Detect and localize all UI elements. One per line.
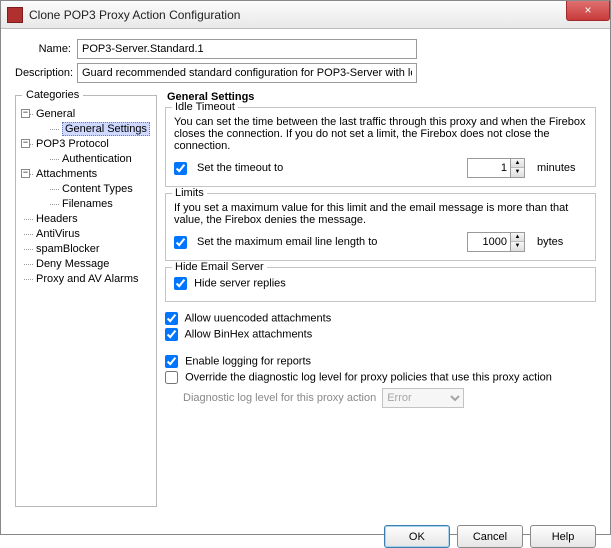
ok-button[interactable]: OK bbox=[384, 525, 450, 548]
categories-tree[interactable]: − General General Settings − POP3 Protoc… bbox=[22, 107, 150, 287]
limits-value[interactable] bbox=[467, 232, 511, 252]
tree-node-antivirus[interactable]: AntiVirus bbox=[24, 227, 150, 242]
close-button[interactable]: × bbox=[566, 1, 610, 21]
enable-logging-label: Enable logging for reports bbox=[185, 355, 311, 367]
idle-timeout-checkbox-label: Set the timeout to bbox=[197, 162, 283, 174]
tree-label-filenames[interactable]: Filenames bbox=[62, 198, 113, 210]
dialog-buttons: OK Cancel Help bbox=[1, 517, 610, 548]
collapse-icon[interactable]: − bbox=[21, 109, 30, 118]
limits-checkbox[interactable] bbox=[174, 236, 187, 249]
categories-group: Categories − General General Settings − bbox=[15, 89, 157, 507]
tree-label-content-types[interactable]: Content Types bbox=[62, 183, 133, 195]
tree-label-general[interactable]: General bbox=[36, 108, 75, 120]
hide-server-replies-checkbox[interactable] bbox=[174, 277, 187, 290]
tree-node-proxy-av-alarms[interactable]: Proxy and AV Alarms bbox=[24, 272, 150, 287]
window-title: Clone POP3 Proxy Action Configuration bbox=[29, 8, 240, 22]
spinner-up-icon[interactable]: ▲ bbox=[511, 159, 524, 168]
spinner-down-icon[interactable]: ▼ bbox=[511, 168, 524, 177]
hide-server-replies-label: Hide server replies bbox=[194, 277, 286, 289]
tree-node-content-types[interactable]: Content Types bbox=[50, 182, 150, 197]
tree-node-general-settings[interactable]: General Settings bbox=[50, 122, 150, 137]
tree-label-spamblocker[interactable]: spamBlocker bbox=[36, 243, 100, 255]
description-input[interactable] bbox=[77, 63, 417, 83]
diagnostic-level-select[interactable]: Error bbox=[382, 388, 464, 408]
allow-uuencoded-label: Allow uuencoded attachments bbox=[184, 312, 331, 324]
app-icon bbox=[7, 7, 23, 23]
cancel-button[interactable]: Cancel bbox=[457, 525, 523, 548]
tree-node-attachments[interactable]: − Attachments Content Types Filenames bbox=[24, 167, 150, 212]
limits-group: Limits If you set a maximum value for th… bbox=[165, 193, 596, 261]
name-label: Name: bbox=[15, 43, 77, 55]
limits-title: Limits bbox=[172, 187, 207, 199]
tree-label-antivirus[interactable]: AntiVirus bbox=[36, 228, 80, 240]
tree-node-spamblocker[interactable]: spamBlocker bbox=[24, 242, 150, 257]
tree-node-headers[interactable]: Headers bbox=[24, 212, 150, 227]
collapse-icon[interactable]: − bbox=[21, 169, 30, 178]
categories-legend: Categories bbox=[22, 89, 83, 101]
tree-label-pop3-protocol[interactable]: POP3 Protocol bbox=[36, 138, 109, 150]
limits-unit: bytes bbox=[537, 236, 587, 248]
allow-binhex-checkbox[interactable] bbox=[165, 328, 178, 341]
tree-label-general-settings[interactable]: General Settings bbox=[62, 122, 150, 136]
tree-node-pop3-protocol[interactable]: − POP3 Protocol Authentication bbox=[24, 137, 150, 167]
collapse-icon[interactable]: − bbox=[21, 139, 30, 148]
name-input[interactable] bbox=[77, 39, 417, 59]
tree-label-deny-message[interactable]: Deny Message bbox=[36, 258, 109, 270]
tree-node-filenames[interactable]: Filenames bbox=[50, 197, 150, 212]
tree-node-deny-message[interactable]: Deny Message bbox=[24, 257, 150, 272]
limits-desc: If you set a maximum value for this limi… bbox=[174, 202, 587, 226]
override-log-label: Override the diagnostic log level for pr… bbox=[185, 371, 552, 383]
spinner-down-icon[interactable]: ▼ bbox=[511, 242, 524, 251]
tree-label-attachments[interactable]: Attachments bbox=[36, 168, 97, 180]
tree-label-proxy-av-alarms[interactable]: Proxy and AV Alarms bbox=[36, 273, 139, 285]
override-log-checkbox[interactable] bbox=[165, 371, 178, 384]
limits-checkbox-label: Set the maximum email line length to bbox=[197, 236, 377, 248]
diagnostic-level-label: Diagnostic log level for this proxy acti… bbox=[183, 392, 376, 404]
tree-node-authentication[interactable]: Authentication bbox=[50, 152, 150, 167]
spinner-up-icon[interactable]: ▲ bbox=[511, 233, 524, 242]
idle-timeout-group: Idle Timeout You can set the time betwee… bbox=[165, 107, 596, 187]
idle-timeout-desc: You can set the time between the last tr… bbox=[174, 116, 587, 152]
idle-timeout-value[interactable] bbox=[467, 158, 511, 178]
idle-timeout-title: Idle Timeout bbox=[172, 101, 238, 113]
hide-email-group: Hide Email Server Hide server replies bbox=[165, 267, 596, 302]
hide-email-title: Hide Email Server bbox=[172, 261, 267, 273]
enable-logging-checkbox[interactable] bbox=[165, 355, 178, 368]
allow-uuencoded-checkbox[interactable] bbox=[165, 312, 178, 325]
tree-label-authentication[interactable]: Authentication bbox=[62, 153, 132, 165]
idle-timeout-checkbox[interactable] bbox=[174, 162, 187, 175]
description-label: Description: bbox=[15, 67, 77, 79]
tree-node-general[interactable]: − General General Settings bbox=[24, 107, 150, 137]
allow-binhex-label: Allow BinHex attachments bbox=[184, 328, 312, 340]
idle-timeout-unit: minutes bbox=[537, 162, 587, 174]
titlebar: Clone POP3 Proxy Action Configuration × bbox=[1, 1, 610, 29]
help-button[interactable]: Help bbox=[530, 525, 596, 548]
tree-label-headers[interactable]: Headers bbox=[36, 213, 78, 225]
